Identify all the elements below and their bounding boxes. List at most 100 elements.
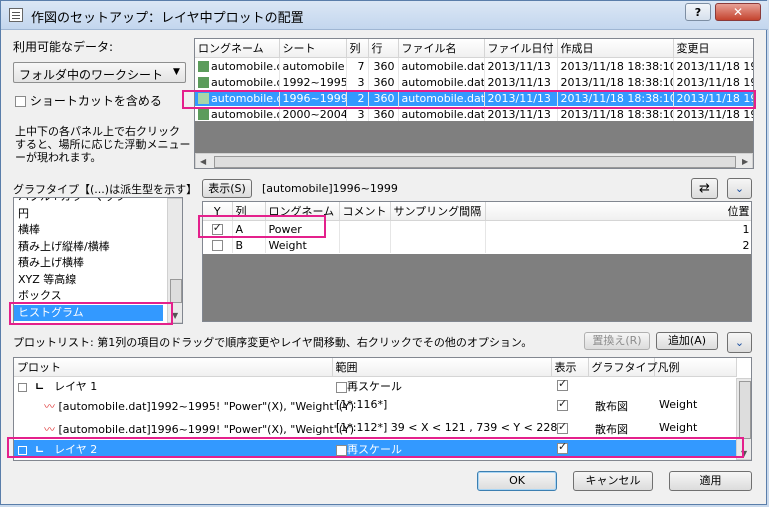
list-item-selected[interactable]: ヒストグラム	[14, 304, 163, 321]
cell: 2013/11/13	[484, 57, 558, 74]
double-chevron-down-icon[interactable]: ⌄	[727, 332, 752, 353]
plot-list-scrollbar[interactable]: ▼	[736, 378, 751, 460]
list-item[interactable]: 積み上げ横棒	[14, 255, 182, 272]
cancel-button[interactable]: キャンセル	[573, 471, 653, 491]
cell: 360	[368, 57, 399, 74]
plot-range[interactable]: [1*:112*] 39 < X < 121 , 739 < Y < 2281	[336, 421, 564, 434]
show-checkbox[interactable]	[557, 440, 568, 454]
layer-label: レイヤ 1	[54, 380, 98, 393]
list-item[interactable]: 円	[14, 206, 182, 223]
plot-show[interactable]	[557, 420, 568, 434]
layer-1-rescale[interactable]: 再スケール	[336, 378, 402, 394]
cell: 2013/11/13	[484, 90, 558, 106]
header-cell[interactable]: ファイル名	[398, 39, 485, 58]
header-cell[interactable]: プロット	[14, 358, 333, 377]
plot-list[interactable]: プロット 範囲 表示 グラフタイプ 凡例 ㄴ レイヤ 1 再スケール 〰 [au…	[13, 357, 752, 461]
list-item[interactable]: 横棒	[14, 222, 182, 239]
table-row[interactable]: automobile.d 2000~2004 3 360 automobile.…	[195, 106, 753, 122]
plot-show[interactable]	[557, 397, 568, 411]
close-button[interactable]: ✕	[715, 3, 761, 21]
scroll-right-icon[interactable]: ▶	[742, 157, 748, 166]
worksheet-table[interactable]: ロングネーム シート 列 行 ファイル名 ファイル日付 作成日 変更日 auto…	[194, 38, 754, 169]
scroll-thumb[interactable]	[214, 156, 736, 168]
cell: automobile.dat	[398, 106, 485, 122]
list-item[interactable]: ハブル+カラーマッフ	[14, 198, 182, 206]
scroll-down-icon[interactable]: ▼	[741, 449, 747, 458]
header-cell[interactable]: グラフタイプ	[588, 358, 658, 377]
rescale-checkbox[interactable]	[336, 381, 347, 393]
rescale-label: 再スケール	[347, 380, 402, 393]
graph-type-label: グラフタイプ【(...)は派生型を示す】	[13, 183, 198, 196]
data-source-combo[interactable]: フォルダ中のワークシート ▼	[13, 62, 186, 83]
cell: 2013/11/18 19	[673, 57, 753, 74]
shortcut-option[interactable]: ショートカットを含める	[15, 92, 162, 109]
header-cell[interactable]: 凡例	[654, 358, 737, 377]
header-cell[interactable]: 作成日	[557, 39, 674, 58]
plot-row[interactable]: 〰 [automobile.dat]1996~1999! "Power"(X),…	[44, 421, 354, 437]
header-cell[interactable]: 変更日	[673, 39, 753, 58]
list-item[interactable]: 積み上げ縦棒/横棒	[14, 239, 182, 256]
replace-button[interactable]: 置換え(R)	[584, 332, 650, 350]
apply-button[interactable]: 適用	[669, 471, 752, 491]
plot-row[interactable]: 〰 [automobile.dat]1992~1995! "Power"(X),…	[44, 398, 354, 414]
header-cell[interactable]: 列	[346, 39, 369, 58]
show-checkbox[interactable]	[557, 397, 568, 411]
collapse-toggle-icon[interactable]	[18, 382, 27, 392]
plot-name: [automobile.dat]1992~1995! "Power"(X), "…	[58, 400, 355, 413]
scroll-thumb[interactable]	[170, 279, 182, 303]
header-cell[interactable]: Y	[203, 202, 233, 221]
table-header: ロングネーム シート 列 行 ファイル名 ファイル日付 作成日 変更日	[195, 39, 753, 58]
scroll-down-icon[interactable]: ▼	[172, 311, 178, 320]
column-table[interactable]: Y 列 ロングネーム コメント サンプリング間隔 位置 A Power 1 B …	[202, 201, 752, 322]
shortcut-checkbox[interactable]	[15, 96, 26, 107]
table-row[interactable]: B Weight 2	[203, 237, 751, 253]
help-button[interactable]: ?	[685, 3, 711, 21]
header-cell[interactable]: ロングネーム	[195, 39, 280, 58]
horizontal-scrollbar[interactable]: ◀ ▶	[195, 153, 753, 168]
show-checkbox[interactable]	[557, 377, 568, 391]
cell: 1996~1999	[279, 90, 347, 106]
scroll-left-icon[interactable]: ◀	[200, 157, 206, 166]
table-row[interactable]: automobile.d 1992~1995 3 360 automobile.…	[195, 74, 753, 90]
add-button[interactable]: 追加(A)	[656, 332, 718, 350]
header-cell[interactable]: 列	[232, 202, 266, 221]
layer-2-show[interactable]	[557, 440, 568, 454]
double-chevron-down-icon[interactable]: ⌄	[727, 178, 752, 199]
graph-type-scrollbar[interactable]: ▼	[167, 198, 182, 323]
plot-range[interactable]: [1*:116*]	[336, 398, 387, 411]
cell: 3	[346, 74, 369, 90]
header-cell[interactable]: シート	[279, 39, 347, 58]
ok-button[interactable]: OK	[477, 471, 557, 491]
table-row-selected[interactable]: automobile.d 1996~1999 2 360 automobile.…	[195, 90, 753, 106]
rescale-checkbox[interactable]	[336, 444, 347, 456]
layer-2-row[interactable]: ㄴ レイヤ 2 再スケール	[14, 440, 736, 457]
graph-type-list[interactable]: ハブル+カラーマッフ 円 横棒 積み上げ縦棒/横棒 積み上げ横棒 XYZ 等高線…	[13, 197, 183, 324]
collapse-toggle-icon[interactable]	[18, 445, 27, 455]
plot-legend: Weight	[659, 421, 698, 434]
header-cell[interactable]: 範囲	[332, 358, 552, 377]
header-cell[interactable]: 行	[368, 39, 399, 58]
show-button[interactable]: 表示(S)	[202, 179, 252, 198]
window-title: 作図のセットアップ：レイヤ中プロットの配置	[31, 11, 304, 26]
y-checkbox[interactable]	[211, 240, 223, 251]
layer-1-row[interactable]: ㄴ レイヤ 1	[18, 378, 97, 394]
table-row[interactable]: automobile.d automobile 7 360 automobile…	[195, 57, 753, 74]
header-cell[interactable]: 位置	[485, 202, 751, 221]
header-cell[interactable]: サンプリング間隔	[390, 202, 486, 221]
header-cell[interactable]: コメント	[339, 202, 391, 221]
title-bar[interactable]: 作図のセットアップ：レイヤ中プロットの配置 ? ✕	[1, 1, 768, 30]
cell: 3	[346, 106, 369, 122]
table-row[interactable]: A Power 1	[203, 220, 751, 237]
list-item[interactable]: ボックス	[14, 288, 182, 305]
layer-2-rescale[interactable]: 再スケール	[336, 441, 402, 457]
show-checkbox[interactable]	[557, 420, 568, 434]
swap-arrows-icon[interactable]: ⇄	[691, 178, 718, 199]
header-cell[interactable]: ファイル日付	[484, 39, 558, 58]
header-cell[interactable]: ロングネーム	[265, 202, 340, 221]
layer-1-show[interactable]	[557, 377, 568, 391]
scroll-thumb[interactable]	[739, 381, 751, 439]
list-item[interactable]: XYZ 等高線	[14, 272, 182, 289]
y-checkbox[interactable]	[211, 221, 223, 235]
available-data-label: 利用可能なデータ:	[13, 40, 114, 54]
header-cell[interactable]: 表示	[551, 358, 589, 377]
